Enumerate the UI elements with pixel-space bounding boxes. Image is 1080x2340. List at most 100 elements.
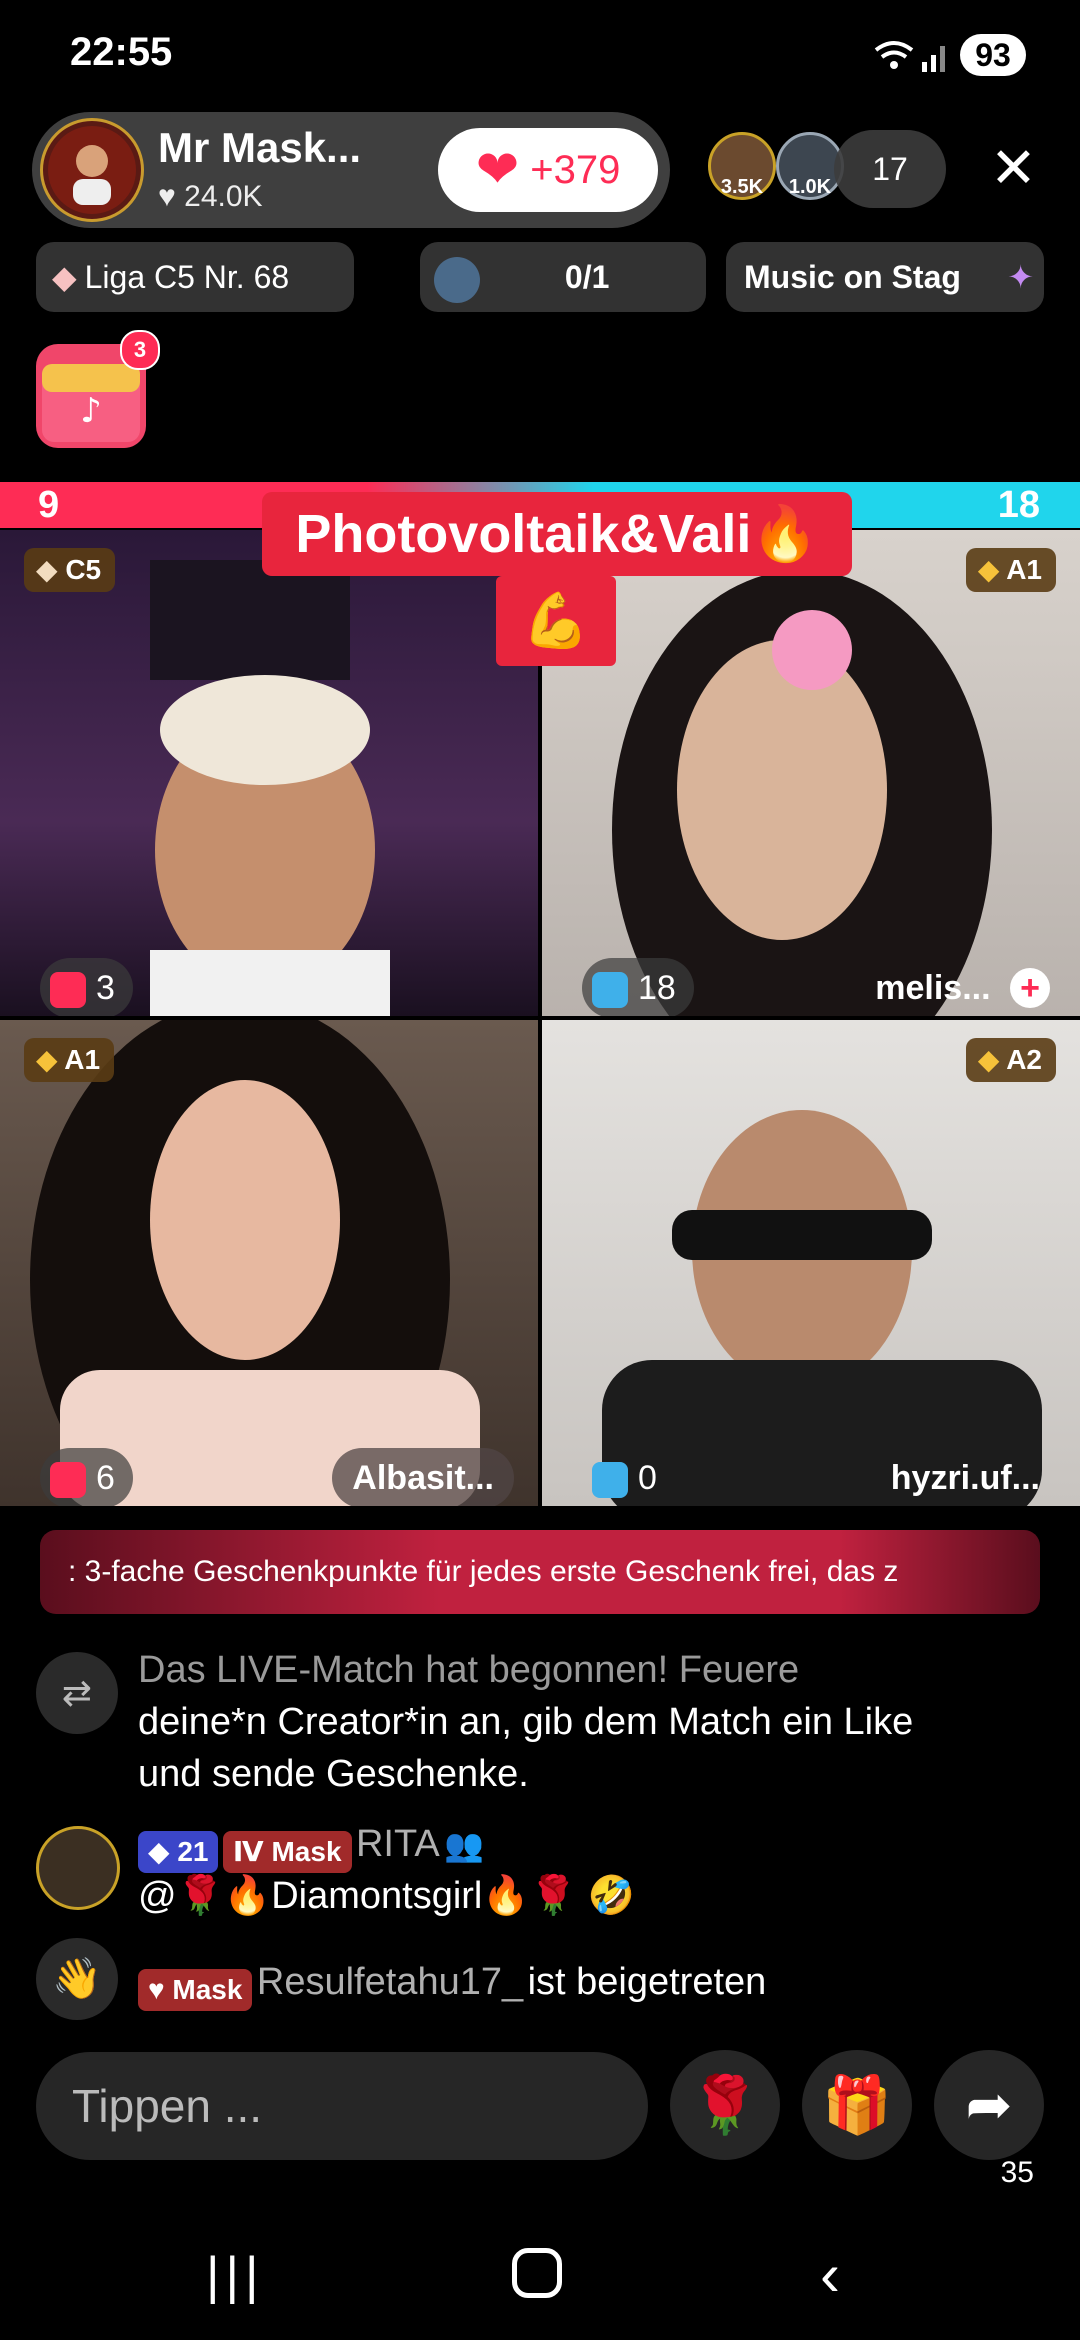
viewer-gift-count: 1.0K [788, 176, 832, 198]
guest-score: 18 [582, 958, 694, 1016]
wave-icon: 👋 [36, 1938, 118, 2020]
recent-apps-icon[interactable]: ||| [206, 2246, 265, 2306]
svg-text:♪: ♪ [80, 391, 102, 431]
level-value: 21 [177, 1835, 209, 1867]
system-message-line: deine*n Creator*in an, gib dem Match ein… [138, 1701, 914, 1743]
rank-label: A1 [1006, 554, 1042, 585]
gift-icon: 🎁 [822, 2073, 892, 2136]
guest-name[interactable]: hyzri.uf... [871, 1448, 1060, 1506]
gift-button[interactable]: 🎁 [802, 2050, 912, 2160]
wifi-signal-icon [874, 41, 945, 72]
league-label: Liga C5 Nr. 68 [84, 259, 290, 295]
rank-badge: ◆ A2 [965, 1038, 1056, 1082]
system-message-line: und sende Geschenke. [138, 1753, 529, 1795]
gift-points-icon [50, 1462, 86, 1499]
host-likes: ♥ 24.0K [158, 180, 263, 214]
close-icon[interactable]: ✕ [990, 140, 1037, 196]
video-feed [150, 560, 390, 1016]
share-arrow-icon: ➦ [965, 2073, 1013, 2136]
home-icon[interactable] [512, 2248, 562, 2298]
system-message: Das LIVE-Match hat begonnen! Feuere dein… [138, 1644, 1058, 1800]
chat-message-text: @🌹🔥Diamontsgirl🔥🌹 🤣 [138, 1875, 635, 1917]
guest-name[interactable]: melis... + [855, 958, 1070, 1016]
like-count: +379 [530, 148, 621, 192]
gift-points-icon [50, 972, 86, 1009]
comment-input[interactable]: Tippen ... [36, 2052, 648, 2160]
add-follow-icon[interactable]: + [1010, 968, 1050, 1008]
clock: 22:55 [70, 30, 173, 74]
guest-tile-3[interactable]: ◆ A1 6 Albasit... [0, 1020, 538, 1506]
host-avatar[interactable] [40, 118, 144, 222]
viewer-gift-count: 3.5K [720, 176, 764, 198]
score-value: 0 [638, 1459, 657, 1497]
treasure-badge: 3 [120, 330, 160, 370]
rank-badge: ◆ C5 [24, 548, 116, 592]
guest-score: 3 [40, 958, 133, 1016]
chat-message[interactable]: ◆ 21 Ⅳ Mask RITA 👥 @🌹🔥Diamontsgirl🔥🌹 🤣 [138, 1818, 1058, 1922]
joined-user-name[interactable]: Resulfetahu17_ [257, 1961, 523, 2003]
diamond-icon: ◆ [977, 1044, 1007, 1075]
music-label: Music on Stag [744, 259, 961, 295]
commenter-name[interactable]: RITA [356, 1823, 440, 1865]
gift-points-icon [592, 972, 628, 1009]
rank-label: A2 [1006, 1044, 1042, 1075]
like-button[interactable]: ❤ +379 [438, 128, 658, 212]
battery-indicator: 93 [960, 34, 1026, 76]
back-icon[interactable]: ‹ [820, 2240, 840, 2309]
match-title-emoji: 💪 [496, 576, 616, 666]
guest-tile-4[interactable]: ◆ A2 0 hyzri.uf... [542, 1020, 1080, 1506]
heart-icon: ❤ [475, 141, 520, 199]
host-likes-count: 24.0K [184, 180, 263, 213]
handshake-icon: ⇄ [36, 1652, 118, 1734]
fan-club-badge: ♥ Mask [138, 1968, 253, 2011]
host-avatar-image [48, 126, 136, 214]
league-chip[interactable]: ◆ Liga C5 Nr. 68 [36, 242, 354, 312]
score-value: 3 [96, 969, 115, 1007]
fan-club-label: Mask [271, 1835, 342, 1867]
right-team-score: 18 [997, 484, 1040, 526]
fan-club-badge: Ⅳ Mask [222, 1830, 352, 1873]
top-viewer-avatar[interactable]: 3.5K [708, 132, 776, 200]
diamond-icon: ◆ [36, 554, 66, 585]
magic-wand-icon: ✦ [1007, 259, 1034, 295]
promo-ticker[interactable]: : 3-fache Geschenkpunkte für jedes erste… [40, 1530, 1040, 1614]
system-message-line: Das LIVE-Match hat begonnen! Feuere [138, 1649, 800, 1691]
diamond-icon: ◆ [977, 554, 1007, 585]
share-button[interactable]: ➦ 35 [934, 2050, 1044, 2188]
heart-icon: ♥ [158, 180, 176, 213]
guest-score: 6 [40, 1448, 133, 1506]
goal-chip[interactable]: 0/1 [420, 242, 706, 312]
gift-points-icon [592, 1462, 628, 1499]
video-feed [612, 570, 992, 1016]
host-name[interactable]: Mr Mask... [158, 124, 361, 172]
join-message: ♥ Mask Resulfetahu17_ ist beigetreten [138, 1956, 1058, 2011]
match-title-banner: Photovoltaik&Vali🔥 [262, 492, 852, 576]
rank-badge: ◆ A1 [965, 548, 1056, 592]
goal-progress: 0/1 [564, 259, 610, 295]
left-team-score: 9 [38, 484, 60, 526]
guest-name[interactable]: Albasit... [332, 1448, 514, 1506]
music-chip[interactable]: Music on Stag ✦ [726, 242, 1044, 312]
rank-label: C5 [65, 554, 102, 585]
guest-tile-2[interactable]: ◆ A1 18 melis... + [542, 530, 1080, 1016]
score-value: 18 [638, 969, 676, 1007]
rank-badge: ◆ A1 [24, 1038, 115, 1082]
guest-name-label: Albasit... [352, 1459, 494, 1497]
level-badge: ◆ 21 [138, 1830, 219, 1873]
status-bar: 22:55 93 [0, 0, 1080, 100]
guest-name-label: melis... [875, 969, 991, 1007]
follower-icon: 👥 [444, 1827, 485, 1863]
fan-club-label: Mask [172, 1973, 243, 2005]
ticker-text: : 3-fache Geschenkpunkte für jedes erste… [68, 1555, 899, 1588]
diamond-icon: ◆ [52, 259, 77, 295]
score-value: 6 [96, 1459, 115, 1497]
viewer-count[interactable]: 17 [834, 130, 946, 208]
commenter-avatar[interactable] [36, 1826, 120, 1910]
rose-gift-button[interactable]: 🌹 [670, 2050, 780, 2160]
system-navigation-bar: ||| ‹ [0, 2200, 1080, 2340]
rose-icon: 🌹 [690, 2073, 760, 2136]
video-feed [30, 1020, 480, 1506]
guest-name-label: hyzri.uf... [890, 1459, 1040, 1497]
guest-tile-1[interactable]: ◆ C5 3 [0, 530, 538, 1016]
guest-score: 0 [582, 1448, 675, 1506]
